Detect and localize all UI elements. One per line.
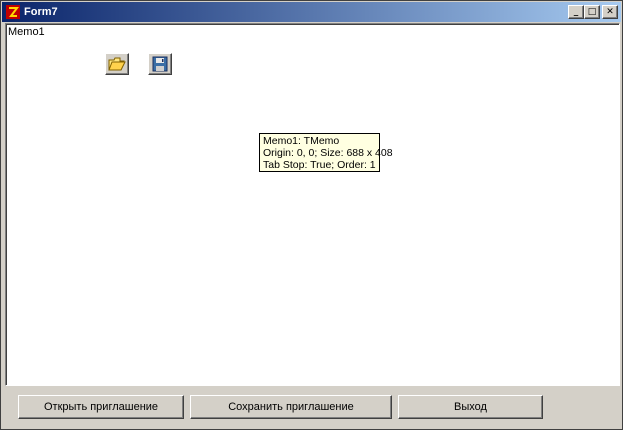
folder-open-icon	[108, 57, 126, 71]
open-dialog-component[interactable]	[105, 53, 129, 75]
exit-button[interactable]: Выход	[398, 395, 543, 419]
hint-line-name: Memo1: TMemo	[263, 135, 340, 147]
form-window: Form7 _ □ ✕ Memo1 Memo1: TMemo Origin: 0…	[0, 0, 623, 430]
minimize-button[interactable]: _	[568, 5, 584, 19]
memo-field[interactable]: Memo1	[5, 23, 620, 386]
save-invitation-button[interactable]: Сохранить приглашение	[190, 395, 392, 419]
open-invitation-button[interactable]: Открыть приглашение	[18, 395, 184, 419]
caption-buttons: _ □ ✕	[568, 5, 618, 19]
save-dialog-component[interactable]	[148, 53, 172, 75]
close-button[interactable]: ✕	[602, 5, 618, 19]
minimize-icon: _	[573, 6, 579, 17]
title-bar[interactable]: Form7 _ □ ✕	[2, 2, 621, 22]
maximize-icon: □	[587, 6, 597, 17]
button-panel: Открыть приглашение Сохранить приглашени…	[5, 387, 620, 427]
close-icon: ✕	[606, 6, 614, 17]
delphi-app-icon	[5, 4, 21, 20]
component-hint-tooltip: Memo1: TMemo Origin: 0, 0; Size: 688 x 4…	[259, 133, 393, 172]
window-title: Form7	[24, 6, 58, 18]
maximize-button[interactable]: □	[584, 5, 600, 19]
hint-line-origin: Origin: 0, 0; Size: 688 x 408	[263, 147, 393, 159]
floppy-disk-icon	[152, 56, 168, 72]
hint-line-tabstop: Tab Stop: True; Order: 1	[263, 159, 376, 171]
memo-text: Memo1	[8, 26, 45, 38]
